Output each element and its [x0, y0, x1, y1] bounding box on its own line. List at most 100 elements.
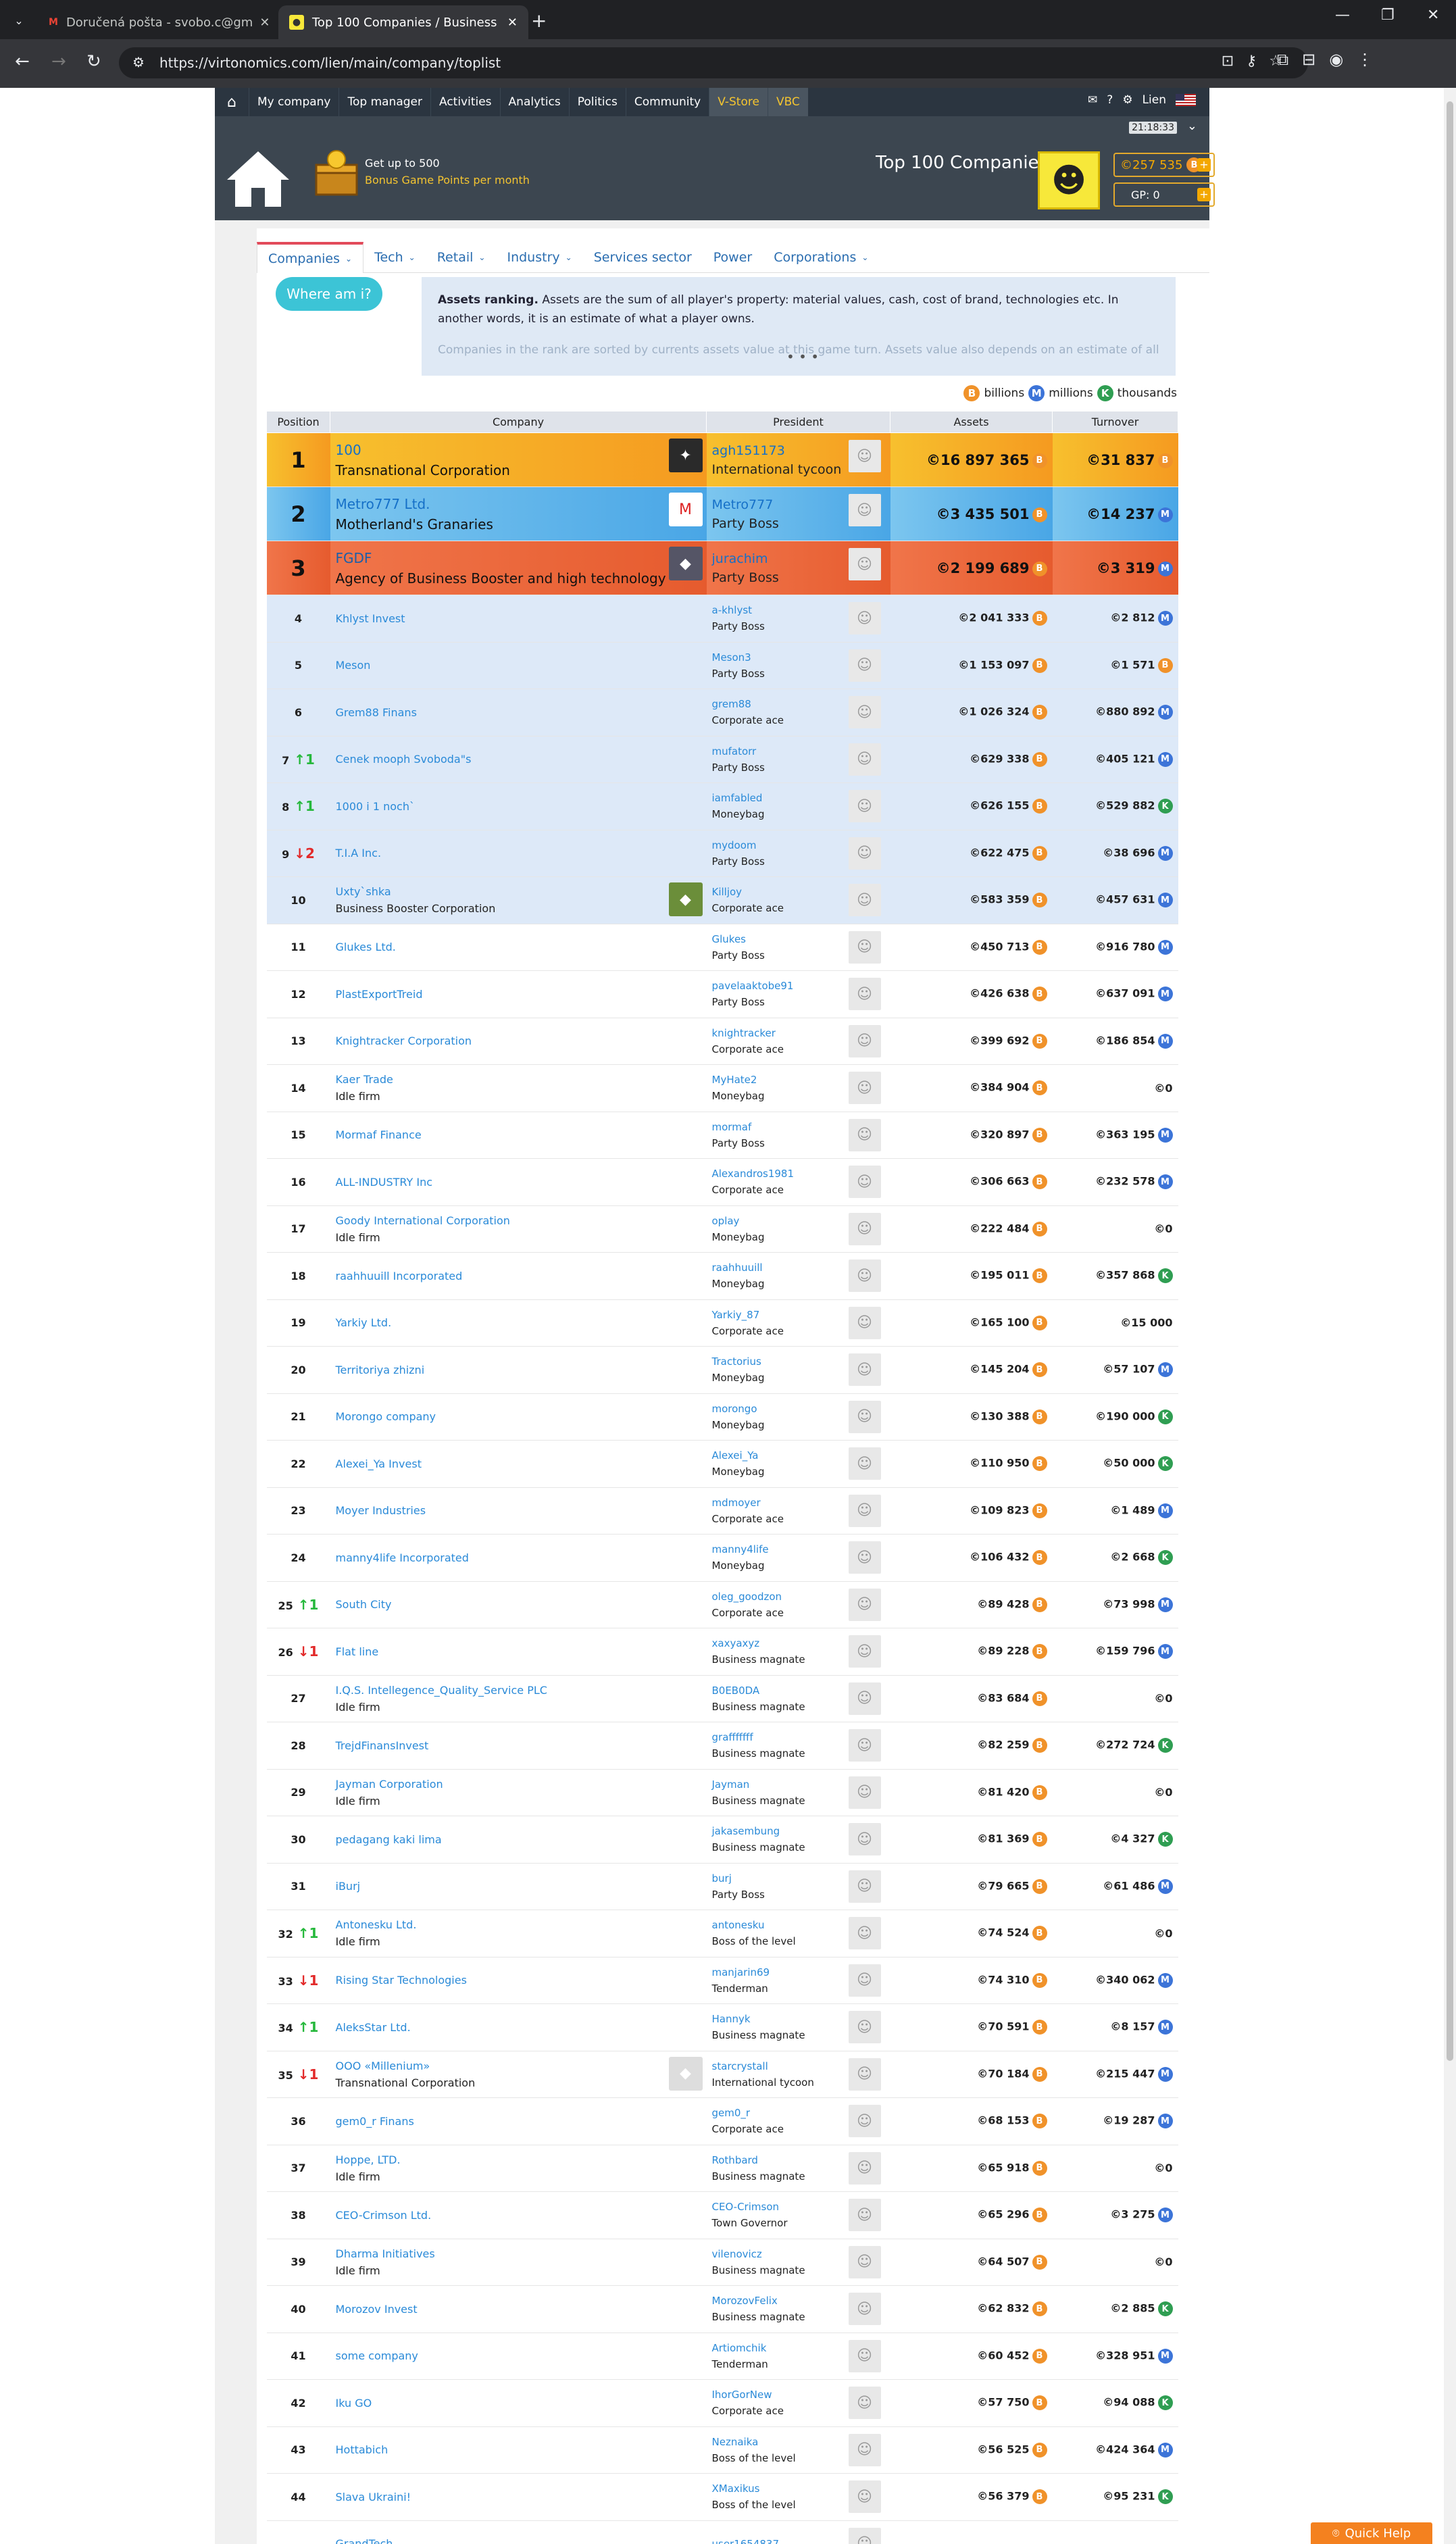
company-link[interactable]: Uxty`shka: [336, 885, 707, 898]
president-avatar[interactable]: ☺: [848, 1024, 881, 1057]
quick-help-button[interactable]: ⌾ Quick Help: [1311, 2522, 1432, 2544]
nav-v-store[interactable]: V-Store: [709, 88, 768, 116]
col-president[interactable]: President: [706, 411, 890, 433]
mail-icon[interactable]: ✉: [1088, 93, 1097, 107]
company-link[interactable]: Grem88 Finans: [336, 706, 707, 719]
president-avatar[interactable]: ☺: [848, 2433, 881, 2466]
page-scrollbar[interactable]: [1444, 88, 1456, 2544]
flag-icon[interactable]: [1176, 94, 1196, 106]
gear-icon[interactable]: ⚙: [1122, 93, 1132, 107]
company-link[interactable]: PlastExportTreid: [336, 988, 707, 1001]
where-am-i-button[interactable]: Where am i?: [276, 277, 382, 311]
company-link[interactable]: Meson: [336, 659, 707, 672]
company-link[interactable]: Goody International Corporation: [336, 1214, 707, 1227]
company-link[interactable]: Flat line: [336, 1645, 707, 1658]
company-link[interactable]: Iku GO: [336, 2397, 707, 2410]
site-info-icon[interactable]: ⚙: [132, 54, 145, 70]
company-link[interactable]: Rising Star Technologies: [336, 1974, 707, 1987]
company-link[interactable]: pedagang kaki lima: [336, 1833, 707, 1846]
president-avatar[interactable]: ☺: [848, 1072, 881, 1104]
company-link[interactable]: iBurj: [336, 1880, 707, 1893]
col-company[interactable]: Company: [330, 411, 707, 433]
president-avatar[interactable]: ☺: [848, 1870, 881, 1903]
president-avatar[interactable]: ☺: [848, 1541, 881, 1574]
president-avatar[interactable]: ☺: [848, 2245, 881, 2278]
company-link[interactable]: AleksStar Ltd.: [336, 2021, 707, 2034]
president-avatar[interactable]: ☺: [848, 2480, 881, 2513]
company-link[interactable]: Antonesku Ltd.: [336, 1918, 707, 1931]
president-avatar[interactable]: ☺: [848, 2151, 881, 2185]
company-logo[interactable]: M: [668, 493, 703, 526]
president-avatar[interactable]: ☺: [848, 930, 881, 964]
money-balance[interactable]: ©257 535 B +: [1113, 153, 1215, 177]
company-link[interactable]: 1000 i 1 noch`: [336, 800, 707, 813]
company-link[interactable]: Cenek mooph Svoboda"s: [336, 753, 707, 766]
tab-retail[interactable]: Retail ⌄: [426, 242, 497, 273]
user-avatar[interactable]: ☻: [1038, 151, 1100, 209]
close-icon[interactable]: ✕: [501, 16, 518, 30]
company-logo[interactable]: ✦: [668, 439, 703, 472]
company-link[interactable]: Yarkiy Ltd.: [336, 1316, 707, 1329]
company-link[interactable]: Mormaf Finance: [336, 1128, 707, 1141]
president-avatar[interactable]: ☺: [848, 1635, 881, 1668]
nav-politics[interactable]: Politics: [568, 88, 626, 116]
add-money-button[interactable]: +: [1197, 158, 1211, 172]
back-icon[interactable]: ←: [15, 51, 30, 72]
company-link[interactable]: Knightracker Corporation: [336, 1034, 707, 1047]
col-assets[interactable]: Assets: [890, 411, 1053, 433]
chevron-down-icon[interactable]: ⌄: [1187, 119, 1197, 133]
company-link[interactable]: GrandTech: [336, 2537, 707, 2544]
tab-tech[interactable]: Tech ⌄: [363, 242, 426, 273]
president-avatar[interactable]: ☺: [848, 2011, 881, 2043]
company-link[interactable]: CEO-Crimson Ltd.: [336, 2209, 707, 2222]
nav-community[interactable]: Community: [625, 88, 709, 116]
restore-icon[interactable]: ❐: [1381, 7, 1395, 24]
bonus-chest-icon[interactable]: [309, 150, 363, 197]
tab-companies[interactable]: Companies ⌄: [257, 242, 364, 273]
company-link[interactable]: Moyer Industries: [336, 1504, 707, 1517]
tab-corporations[interactable]: Corporations ⌄: [763, 242, 879, 273]
president-avatar[interactable]: ☺: [848, 837, 881, 870]
scrollbar-thumb[interactable]: [1447, 101, 1453, 2061]
president-avatar[interactable]: ☺: [848, 602, 881, 634]
president-avatar[interactable]: ☺: [848, 2527, 881, 2544]
company-link[interactable]: I.Q.S. Intellegence_Quality_Service PLC: [336, 1684, 707, 1697]
house-icon[interactable]: [224, 149, 292, 209]
user-name[interactable]: Lien: [1143, 93, 1166, 107]
company-link[interactable]: Khlyst Invest: [336, 612, 707, 625]
president-avatar[interactable]: ☺: [848, 2387, 881, 2419]
president-avatar[interactable]: ☺: [848, 2339, 881, 2372]
president-avatar[interactable]: ☺: [848, 790, 881, 822]
nav-activities[interactable]: Activities: [430, 88, 500, 116]
president-avatar[interactable]: ☺: [848, 743, 881, 776]
add-gp-button[interactable]: +: [1197, 188, 1211, 201]
minimize-icon[interactable]: —: [1335, 7, 1350, 24]
browser-tab-virtonomics[interactable]: ● Top 100 Companies / Business ✕: [278, 5, 528, 39]
company-link[interactable]: Hottabich: [336, 2443, 707, 2456]
company-link[interactable]: FGDF: [336, 550, 707, 566]
company-link[interactable]: gem0_r Finans: [336, 2115, 707, 2128]
president-avatar[interactable]: ☺: [848, 1682, 881, 1715]
company-link[interactable]: Morozov Invest: [336, 2303, 707, 2316]
nav-my-company[interactable]: My company: [249, 88, 338, 116]
close-icon[interactable]: ✕: [253, 16, 270, 30]
president-avatar[interactable]: ☺: [848, 1588, 881, 1621]
company-link[interactable]: OOO «Millenium»: [336, 2060, 707, 2072]
company-link[interactable]: Glukes Ltd.: [336, 941, 707, 953]
tab-industry[interactable]: Industry ⌄: [496, 242, 582, 273]
company-link[interactable]: TrejdFinansInvest: [336, 1739, 707, 1752]
president-avatar[interactable]: ☺: [848, 1212, 881, 1245]
president-avatar[interactable]: ☺: [848, 884, 881, 916]
president-avatar[interactable]: ☺: [848, 1964, 881, 1997]
president-avatar[interactable]: ☺: [848, 1823, 881, 1855]
bonus-promo[interactable]: Get up to 500 Bonus Game Points per mont…: [365, 157, 530, 186]
extension-icons[interactable]: ⧉⊟◉⋮: [1277, 50, 1386, 69]
close-window-icon[interactable]: ✕: [1427, 7, 1439, 24]
president-avatar[interactable]: ☺: [848, 1306, 881, 1339]
company-link[interactable]: Hoppe, LTD.: [336, 2153, 707, 2166]
president-avatar[interactable]: ☺: [848, 1353, 881, 1386]
president-avatar[interactable]: ☺: [848, 649, 881, 682]
president-avatar[interactable]: ☺: [848, 978, 881, 1010]
company-link[interactable]: Dharma Initiatives: [336, 2247, 707, 2260]
company-link[interactable]: Jayman Corporation: [336, 1778, 707, 1791]
